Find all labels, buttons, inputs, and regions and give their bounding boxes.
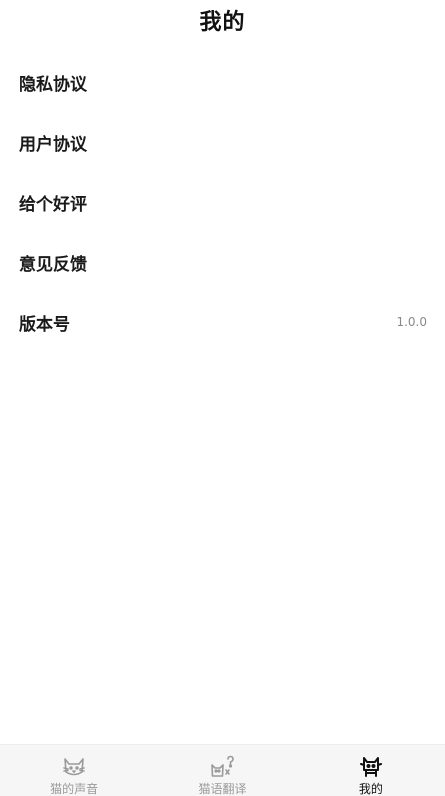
menu-item-label: 用户协议 [19, 134, 87, 155]
menu-item-label: 意见反馈 [19, 254, 87, 275]
menu-item-label: 隐私协议 [19, 74, 87, 95]
tab-label: 猫的声音 [50, 782, 99, 796]
menu-item-privacy-policy[interactable]: 隐私协议 [0, 52, 445, 112]
cat-translate-icon [211, 755, 235, 777]
version-value: 1.0.0 [396, 315, 427, 329]
menu-item-rate-app[interactable]: 给个好评 [0, 172, 445, 232]
profile-cat-icon [359, 757, 382, 777]
tab-label: 猫语翻译 [198, 782, 247, 796]
cat-face-icon [63, 758, 85, 776]
menu-item-feedback[interactable]: 意见反馈 [0, 232, 445, 292]
menu-item-version: 版本号 1.0.0 [0, 292, 445, 352]
tab-label: 我的 [358, 782, 383, 796]
menu-item-label: 版本号 [19, 314, 70, 335]
settings-menu: 隐私协议 用户协议 给个好评 意见反馈 版本号 1.0.0 [0, 52, 445, 352]
tab-cat-sounds[interactable]: 猫的声音 [0, 745, 148, 796]
page-title: 我的 [199, 10, 246, 35]
menu-item-user-agreement[interactable]: 用户协议 [0, 112, 445, 172]
tab-profile[interactable]: 我的 [297, 745, 445, 796]
bottom-tab-bar: 猫的声音 猫语翻译 我的 [0, 744, 445, 796]
header: 我的 [0, 0, 445, 40]
menu-item-label: 给个好评 [19, 194, 87, 215]
tab-cat-translate[interactable]: 猫语翻译 [148, 745, 296, 796]
